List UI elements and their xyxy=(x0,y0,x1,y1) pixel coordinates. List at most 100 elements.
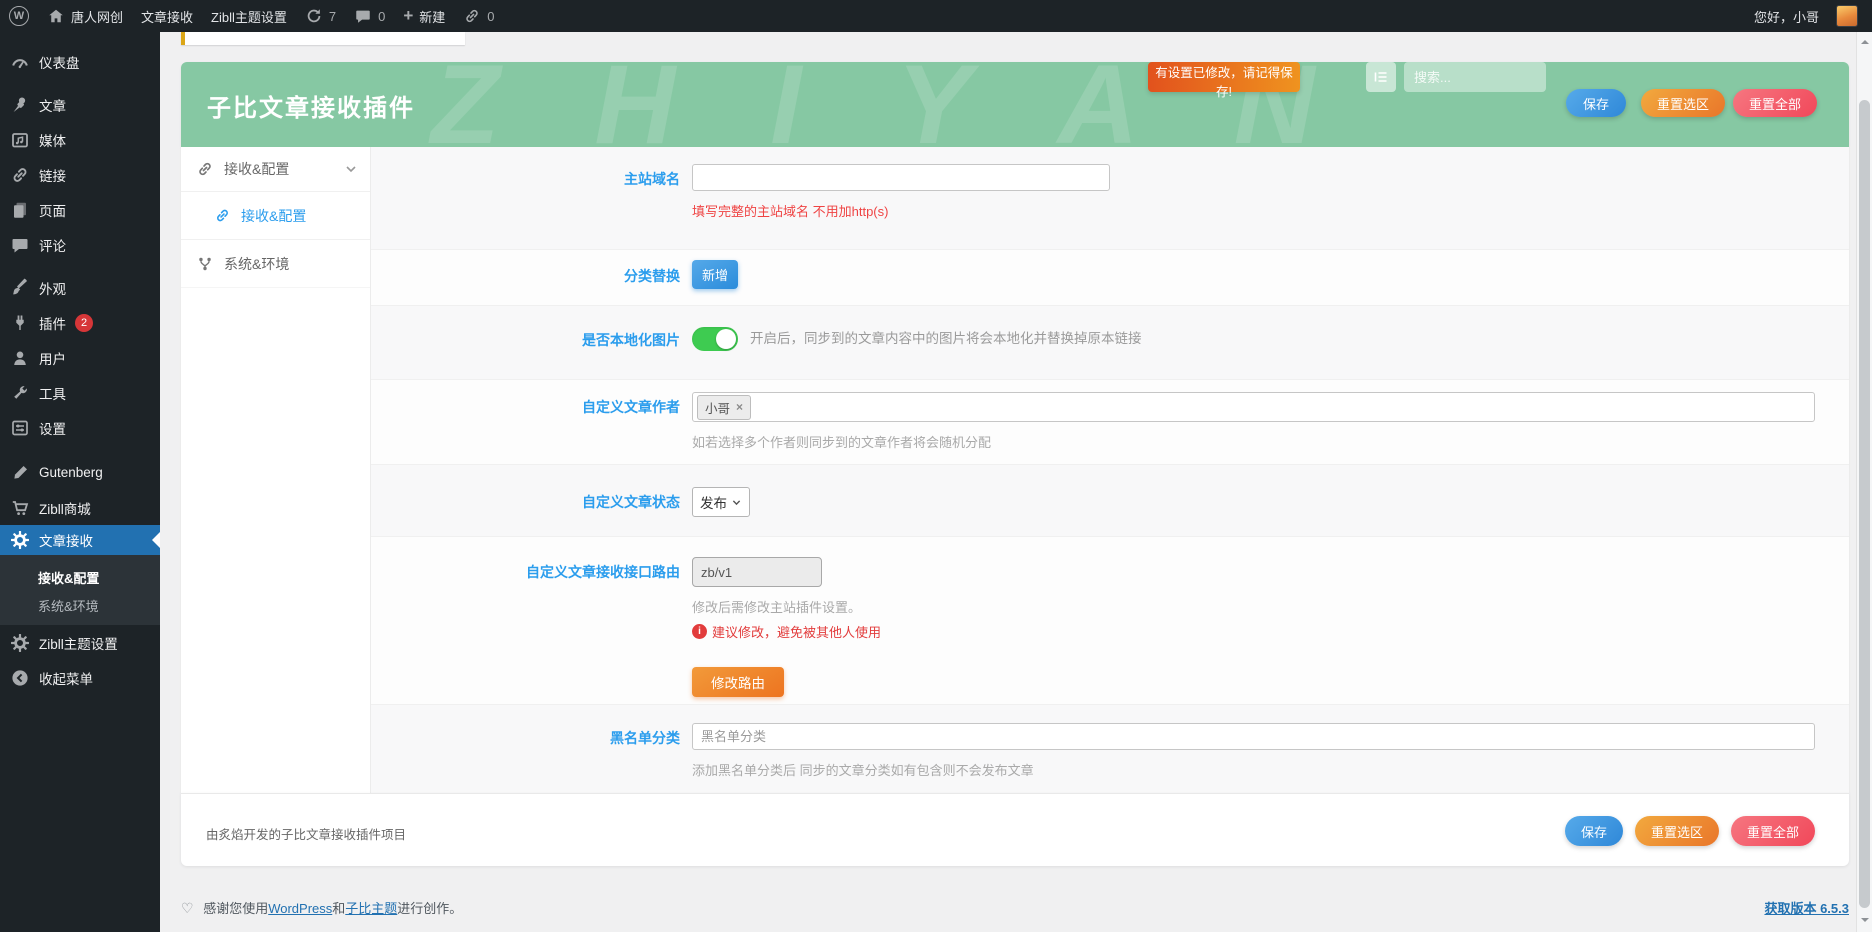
brush-icon xyxy=(10,278,30,298)
link-icon xyxy=(463,7,481,25)
form-row-localize-images: 是否本地化图片 开启后，同步到的文章内容中的图片将会本地化并替换掉原本链接 xyxy=(371,306,1849,380)
admin-notice-truncated xyxy=(181,32,465,45)
cart-icon xyxy=(10,498,30,518)
save-button[interactable]: 保存 xyxy=(1565,816,1623,846)
submenu-item-system-env[interactable]: 系统&环境 xyxy=(0,591,160,619)
toolbar-item-zibll-settings[interactable]: Zibll主题设置 xyxy=(202,0,296,32)
wordpress-link[interactable]: WordPress xyxy=(268,901,332,916)
field-hint: 填写完整的主站域名 不用加http(s) xyxy=(692,201,1815,220)
user-icon xyxy=(10,348,30,368)
toolbar-item-article-receive[interactable]: 文章接收 xyxy=(132,0,202,32)
sliders-icon xyxy=(10,418,30,438)
comment-count: 0 xyxy=(378,9,385,24)
collapse-arrow-icon xyxy=(10,668,30,688)
sidebar-item-tools[interactable]: 工具 xyxy=(0,375,160,410)
branch-icon xyxy=(196,255,214,273)
sidebar-item-comments[interactable]: 评论 xyxy=(0,227,160,262)
scroll-up-arrow[interactable] xyxy=(1859,36,1871,48)
field-label: 自定义文章接收接口路由 xyxy=(371,537,692,704)
search-input[interactable] xyxy=(1404,62,1546,92)
plugin-update-badge: 2 xyxy=(75,314,93,332)
route-input[interactable] xyxy=(692,557,822,587)
media-icon xyxy=(10,130,30,150)
chain-icon xyxy=(196,160,214,178)
dashboard-icon xyxy=(10,52,30,72)
sidebar-item-zibll-store[interactable]: Zibll商城 xyxy=(0,490,160,525)
chain-icon xyxy=(10,165,30,185)
plugin-credit-text: 由炙焰开发的子比文章接收插件项目 xyxy=(206,824,406,843)
reset-all-button[interactable]: 重置全部 xyxy=(1731,816,1815,846)
pin-icon xyxy=(10,95,30,115)
sidebar-item-users[interactable]: 用户 xyxy=(0,340,160,375)
field-label: 分类替换 xyxy=(371,250,692,305)
domain-input[interactable] xyxy=(692,164,1110,191)
nav-group-receive-config[interactable]: 接收&配置 xyxy=(181,147,370,192)
sidebar-item-posts[interactable]: 文章 xyxy=(0,87,160,122)
reset-section-button[interactable]: 重置选区 xyxy=(1635,816,1719,846)
get-version-link[interactable]: 获取版本 6.5.3 xyxy=(1764,898,1849,917)
heart-icon: ♡ xyxy=(181,900,194,916)
wrench-icon xyxy=(10,383,30,403)
form-row-status: 自定义文章状态 发布 xyxy=(371,465,1849,537)
remove-tag-icon[interactable]: × xyxy=(736,400,743,414)
modify-route-button[interactable]: 修改路由 xyxy=(692,667,784,697)
unsaved-changes-notice-button[interactable]: 有设置已修改，请记得保存! xyxy=(1148,62,1300,92)
author-tags-input[interactable]: 小哥 × xyxy=(692,392,1815,422)
chain-icon xyxy=(214,207,231,224)
sidebar-item-media[interactable]: 媒体 xyxy=(0,122,160,157)
nav-item-system-env[interactable]: 系统&环境 xyxy=(181,240,370,288)
sidebar-item-dashboard[interactable]: 仪表盘 xyxy=(0,44,160,79)
links-menu[interactable]: 0 xyxy=(454,0,503,32)
info-icon: i xyxy=(692,624,707,639)
sidebar-item-appearance[interactable]: 外观 xyxy=(0,270,160,305)
site-name-menu[interactable]: 唐人网创 xyxy=(38,0,132,32)
blacklist-input[interactable] xyxy=(692,723,1815,750)
sidebar-item-gutenberg[interactable]: Gutenberg xyxy=(0,455,160,490)
scroll-down-arrow[interactable] xyxy=(1859,914,1871,926)
comments-icon xyxy=(10,235,30,255)
admin-sidebar: 仪表盘 文章 媒体 链接 页面 xyxy=(0,32,160,932)
submenu-item-receive-config[interactable]: 接收&配置 xyxy=(0,563,160,591)
add-category-button[interactable]: 新增 xyxy=(692,260,738,289)
new-content-menu[interactable]: + 新建 xyxy=(394,0,454,32)
form-row-blacklist: 黑名单分类 添加黑名单分类后 同步的文章分类如有包含则不会发布文章 xyxy=(371,705,1849,793)
toggle-knob xyxy=(716,329,736,349)
reset-section-button[interactable]: 重置选区 xyxy=(1641,89,1725,117)
comments-menu[interactable]: 0 xyxy=(345,0,394,32)
field-label: 主站域名 xyxy=(371,147,692,249)
sidebar-item-zibll-theme-settings[interactable]: Zibll主题设置 xyxy=(0,625,160,660)
page-scrollbar[interactable] xyxy=(1856,32,1872,932)
localize-images-toggle[interactable] xyxy=(692,327,738,351)
article-receive-submenu: 接收&配置 系统&环境 xyxy=(0,555,160,625)
route-warning: i 建议修改，避免被其他人使用 xyxy=(692,622,1815,641)
sidebar-item-links[interactable]: 链接 xyxy=(0,157,160,192)
wordpress-menu[interactable]: W xyxy=(0,0,38,32)
field-label: 自定义文章状态 xyxy=(371,465,692,536)
reset-all-button[interactable]: 重置全部 xyxy=(1733,89,1817,117)
user-avatar[interactable] xyxy=(1836,5,1858,27)
sidebar-item-plugins[interactable]: 插件 2 xyxy=(0,305,160,340)
save-button[interactable]: 保存 xyxy=(1566,89,1626,117)
updates-menu[interactable]: 7 xyxy=(296,0,345,32)
chevron-down-icon xyxy=(731,497,742,508)
sidebar-item-article-receive[interactable]: 文章接收 xyxy=(0,525,160,555)
card-header: ZHIYAN 子比文章接收插件 有设置已修改，请记得保存! 保存 重置选区 重置… xyxy=(181,62,1849,147)
gear-icon xyxy=(10,530,30,550)
nav-item-receive-config-active[interactable]: 接收&配置 xyxy=(181,192,370,240)
menu-list-button[interactable] xyxy=(1366,62,1396,92)
form-row-category-replace: 分类替换 新增 xyxy=(371,250,1849,306)
sidebar-item-collapse-menu[interactable]: 收起菜单 xyxy=(0,660,160,695)
toggle-description: 开启后，同步到的文章内容中的图片将会本地化并替换掉原本链接 xyxy=(750,327,1142,351)
zibll-theme-link[interactable]: 子比主题 xyxy=(345,901,397,916)
field-hint: 添加黑名单分类后 同步的文章分类如有包含则不会发布文章 xyxy=(692,760,1815,779)
admin-bar: W 唐人网创 文章接收 Zibll主题设置 7 0 + 新 xyxy=(0,0,1872,32)
sidebar-item-settings[interactable]: 设置 xyxy=(0,410,160,445)
status-select[interactable]: 发布 xyxy=(692,487,750,517)
scrollbar-thumb[interactable] xyxy=(1859,100,1870,908)
field-hint: 如若选择多个作者则同步到的文章作者将会随机分配 xyxy=(692,432,1815,451)
form-row-route: 自定义文章接收接口路由 修改后需修改主站插件设置。 i 建议修改，避免被其他人使… xyxy=(371,537,1849,705)
sidebar-item-pages[interactable]: 页面 xyxy=(0,192,160,227)
account-menu[interactable]: 您好，小哥 xyxy=(1745,0,1828,32)
active-menu-arrow xyxy=(144,532,160,548)
main-content: ZHIYAN 子比文章接收插件 有设置已修改，请记得保存! 保存 重置选区 重置… xyxy=(160,32,1856,932)
